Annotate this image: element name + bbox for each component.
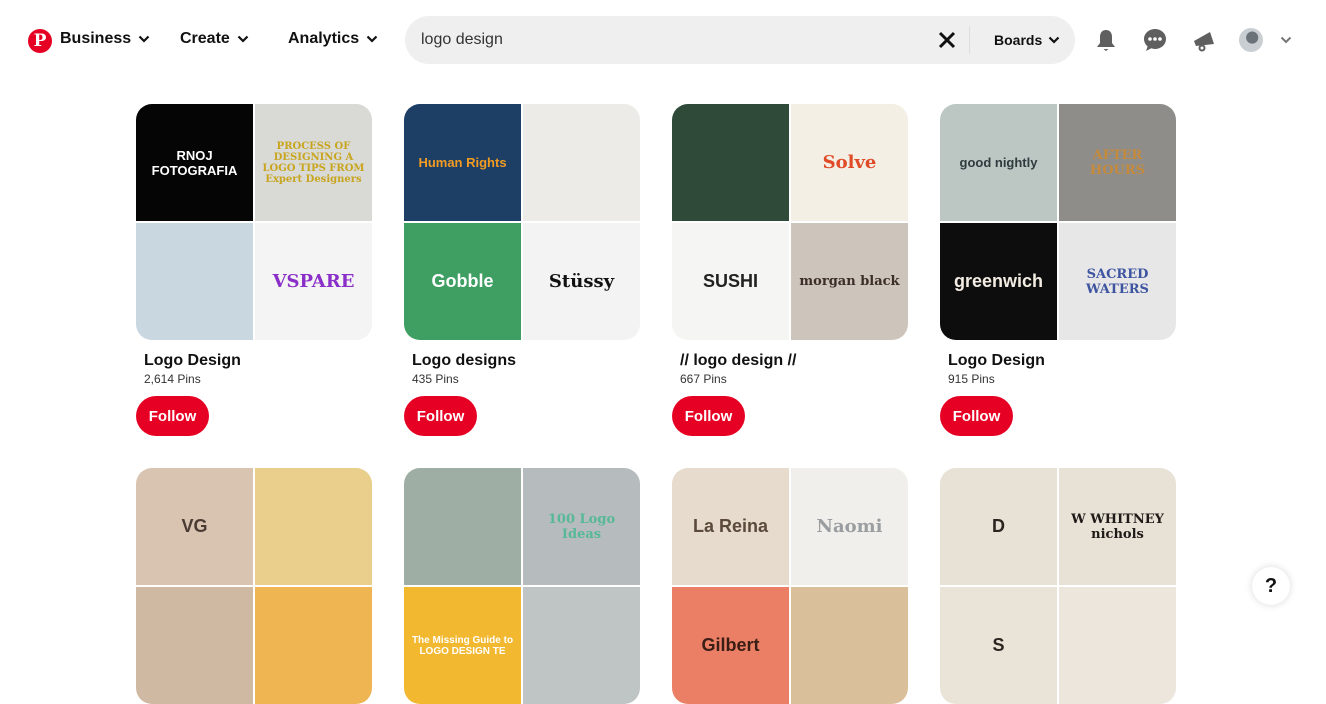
account-chevron-down-icon[interactable]: [1280, 34, 1292, 46]
board-pin-thumbnail[interactable]: Naomi: [791, 468, 908, 585]
search-scope-dropdown[interactable]: Boards: [994, 16, 1060, 64]
board-pin-count: 667 Pins: [680, 372, 727, 386]
nav-create-label: Create: [180, 30, 230, 47]
search-divider: [969, 26, 970, 54]
follow-button[interactable]: Follow: [404, 396, 477, 436]
board-card: DW WHITNEY nichols S: [940, 468, 1176, 704]
board-pin-thumbnail[interactable]: [136, 587, 253, 704]
board-card: Solve SUSHI morgan black // logo design // 6…: [672, 104, 908, 436]
board-pin-thumbnail[interactable]: VG: [136, 468, 253, 585]
clear-search-icon[interactable]: [935, 28, 959, 52]
board-title[interactable]: Logo designs: [412, 352, 640, 370]
board-pin-thumbnail[interactable]: Gilbert: [672, 587, 789, 704]
pinterest-logo[interactable]: P: [28, 29, 52, 53]
board-pin-thumbnail[interactable]: [404, 468, 521, 585]
board-pin-thumbnail[interactable]: 100 Logo Ideas: [523, 468, 640, 585]
chevron-down-icon: [1048, 36, 1060, 44]
nav-analytics-label: Analytics: [288, 30, 360, 47]
board-card: 100 Logo Ideas The Missing Guide to LOGO …: [404, 468, 640, 704]
board-pin-thumbnail[interactable]: [523, 104, 640, 221]
board-pin-thumbnail[interactable]: La Reina: [672, 468, 789, 585]
search-bar: Boards: [405, 16, 1075, 64]
chevron-down-icon: [237, 35, 249, 43]
top-nav-bar: P Business Create Analytics Boards: [0, 0, 1326, 82]
board-pin-thumbnail[interactable]: [791, 587, 908, 704]
board-pin-thumbnail[interactable]: AFTER HOURS: [1059, 104, 1176, 221]
nav-create[interactable]: Create: [180, 30, 249, 48]
board-pin-thumbnail[interactable]: W WHITNEY nichols: [1059, 468, 1176, 585]
nav-business[interactable]: Business: [60, 30, 150, 48]
board-pin-count: 915 Pins: [948, 372, 995, 386]
board-pin-count: 435 Pins: [412, 372, 459, 386]
board-collage[interactable]: good nightly AFTER HOURS greenwich SACRED W…: [940, 104, 1176, 340]
nav-analytics[interactable]: Analytics: [288, 30, 378, 48]
board-title[interactable]: Logo Design: [144, 352, 372, 370]
board-pin-thumbnail[interactable]: [255, 468, 372, 585]
board-pin-thumbnail[interactable]: Gobble: [404, 223, 521, 340]
nav-business-label: Business: [60, 30, 132, 47]
board-card: good nightly AFTER HOURS greenwich SACRED W…: [940, 104, 1176, 436]
board-pin-thumbnail[interactable]: RNOJ FOTOGRAFIA: [136, 104, 253, 221]
board-pin-thumbnail[interactable]: [136, 223, 253, 340]
messages-icon[interactable]: [1143, 28, 1167, 52]
board-collage[interactable]: Solve SUSHI morgan black: [672, 104, 908, 340]
board-card: Human Rights Gobble Stüssy Logo designs 435 …: [404, 104, 640, 436]
board-collage[interactable]: 100 Logo Ideas The Missing Guide to LOGO …: [404, 468, 640, 704]
board-pin-thumbnail[interactable]: greenwich: [940, 223, 1057, 340]
board-pin-thumbnail[interactable]: S: [940, 587, 1057, 704]
search-input[interactable]: [421, 16, 921, 64]
bell-icon[interactable]: [1094, 28, 1118, 52]
chevron-down-icon: [138, 35, 150, 43]
board-pin-thumbnail[interactable]: PROCESS OF DESIGNING A LOGO TIPS FROM Ex…: [255, 104, 372, 221]
board-card: La Reina Naomi Gilbert: [672, 468, 908, 704]
board-pin-thumbnail[interactable]: [523, 587, 640, 704]
board-pin-thumbnail[interactable]: VSPARE: [255, 223, 372, 340]
board-pin-count: 2,614 Pins: [144, 372, 201, 386]
board-pin-thumbnail[interactable]: [672, 104, 789, 221]
board-pin-thumbnail[interactable]: Human Rights: [404, 104, 521, 221]
board-collage[interactable]: RNOJ FOTOGRAFIA PROCESS OF DESIGNING A LO…: [136, 104, 372, 340]
follow-button[interactable]: Follow: [136, 396, 209, 436]
megaphone-icon[interactable]: [1192, 28, 1216, 52]
board-collage[interactable]: La Reina Naomi Gilbert: [672, 468, 908, 704]
board-collage[interactable]: DW WHITNEY nichols S: [940, 468, 1176, 704]
board-pin-thumbnail[interactable]: [1059, 587, 1176, 704]
board-title[interactable]: // logo design //: [680, 352, 908, 370]
chevron-down-icon: [366, 35, 378, 43]
board-pin-thumbnail[interactable]: D: [940, 468, 1057, 585]
board-collage[interactable]: Human Rights Gobble Stüssy: [404, 104, 640, 340]
avatar[interactable]: [1239, 28, 1263, 52]
search-scope-label: Boards: [994, 32, 1043, 48]
follow-button[interactable]: Follow: [672, 396, 745, 436]
board-pin-thumbnail[interactable]: Stüssy: [523, 223, 640, 340]
board-collage[interactable]: VG: [136, 468, 372, 704]
board-card: RNOJ FOTOGRAFIA PROCESS OF DESIGNING A LO…: [136, 104, 372, 436]
board-pin-thumbnail[interactable]: morgan black: [791, 223, 908, 340]
board-pin-thumbnail[interactable]: SACRED WATERS: [1059, 223, 1176, 340]
board-pin-thumbnail[interactable]: [255, 587, 372, 704]
board-pin-thumbnail[interactable]: good nightly: [940, 104, 1057, 221]
board-pin-thumbnail[interactable]: SUSHI: [672, 223, 789, 340]
board-pin-thumbnail[interactable]: The Missing Guide to LOGO DESIGN TE: [404, 587, 521, 704]
follow-button[interactable]: Follow: [940, 396, 1013, 436]
board-pin-thumbnail[interactable]: Solve: [791, 104, 908, 221]
board-title[interactable]: Logo Design: [948, 352, 1176, 370]
board-card: VG: [136, 468, 372, 704]
help-button[interactable]: ?: [1252, 567, 1290, 605]
